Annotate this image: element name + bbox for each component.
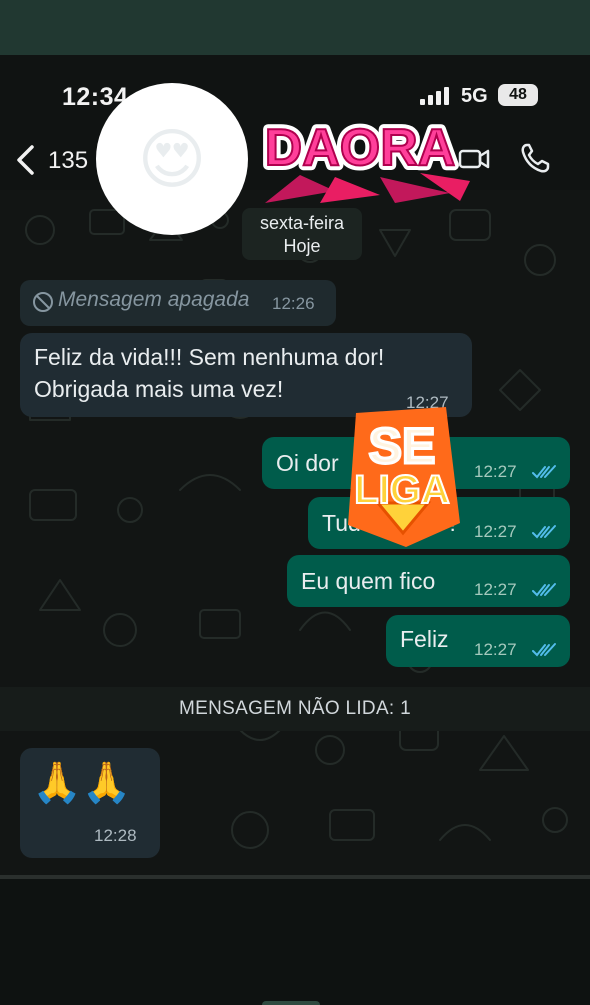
se-liga-line-2: LIGA xyxy=(354,468,450,512)
love-eyes-sticker: 😍 xyxy=(96,83,248,235)
daora-sticker: DAORA DAORA xyxy=(260,114,470,203)
date-separator: sexta-feira Hoje xyxy=(242,208,362,260)
message-text: Feliz xyxy=(400,626,449,652)
message-line-2: Obrigada mais uma vez! xyxy=(34,376,284,402)
message-time: 12:27 xyxy=(474,462,517,481)
message-time: 12:26 xyxy=(272,294,315,313)
heart-eyes-emoji: 😍 xyxy=(137,122,207,196)
message-text: Oi dor xyxy=(276,450,339,476)
unread-messages-banner: MENSAGEM NÃO LIDA: 1 xyxy=(0,687,590,731)
back-chevron-icon[interactable] xyxy=(12,143,42,177)
incoming-emoji-bubble[interactable]: 🙏🙏 12:28 xyxy=(20,748,160,858)
date-today: Hoje xyxy=(283,236,321,256)
message-time: 12:27 xyxy=(474,640,517,659)
read-ticks-icon xyxy=(532,643,556,657)
prohibited-icon xyxy=(33,292,53,312)
device-bottom-frame xyxy=(0,875,590,1005)
message-time: 12:27 xyxy=(474,522,517,541)
message-time: 12:27 xyxy=(474,580,517,599)
deleted-message-bubble[interactable]: Mensagem apagada 12:26 xyxy=(20,280,336,326)
praying-hands-emoji: 🙏🙏 xyxy=(32,761,132,805)
se-liga-sticker: SE LIGA xyxy=(348,407,460,547)
read-ticks-icon xyxy=(532,583,556,597)
date-weekday: sexta-feira xyxy=(259,213,345,233)
device-top-frame xyxy=(0,0,590,58)
home-indicator xyxy=(262,1001,320,1005)
message-line-1: Feliz da vida!!! Sem nenhuma dor! xyxy=(34,344,385,370)
message-time: 12:28 xyxy=(94,826,137,845)
battery-indicator: 48 xyxy=(498,84,538,106)
chat-screen: 12:34 5G 48 135 😍 DAORA DAORA sexta-feir… xyxy=(0,55,590,875)
daora-text: DAORA xyxy=(265,119,456,177)
read-ticks-icon xyxy=(532,465,556,479)
outgoing-message-bubble[interactable]: Eu quem fico 12:27 xyxy=(287,555,570,607)
voice-call-icon[interactable] xyxy=(518,141,552,175)
deleted-message-text: Mensagem apagada xyxy=(58,288,250,311)
outgoing-message-bubble[interactable]: Feliz 12:27 xyxy=(386,615,570,667)
read-ticks-icon xyxy=(532,525,556,539)
contact-name[interactable]: 135 xyxy=(48,147,88,175)
se-liga-line-1: SE xyxy=(369,418,436,474)
message-text: Eu quem fico xyxy=(301,568,436,594)
